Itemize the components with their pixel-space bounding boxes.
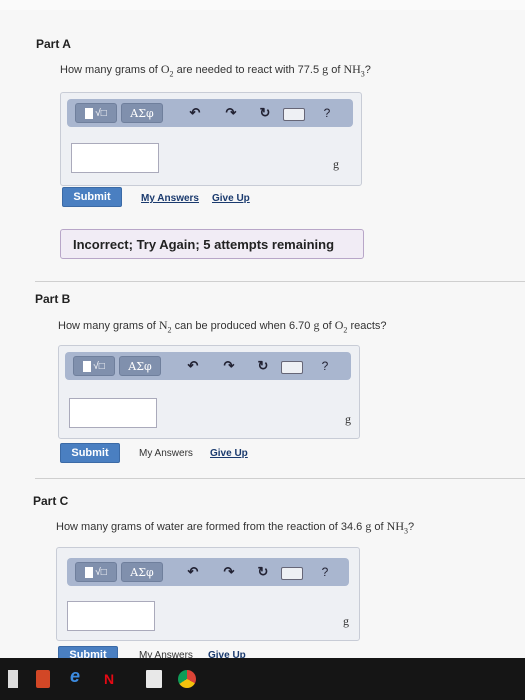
part-b-answer-input[interactable] [69, 398, 157, 428]
windows-taskbar: e N [0, 658, 525, 700]
part-a-title: Part A [36, 37, 71, 51]
keyboard-icon[interactable] [283, 108, 305, 121]
reset-icon[interactable]: ↻ [253, 356, 273, 376]
part-c-math-toolbar: √□ ΑΣφ ↶ ↷ ↻ ? [67, 558, 349, 586]
part-b-unit: g [345, 412, 351, 426]
undo-icon[interactable]: ↶ [185, 103, 205, 123]
part-b-submit-button[interactable]: Submit [60, 443, 120, 463]
undo-icon[interactable]: ↶ [183, 356, 203, 376]
edge-icon[interactable]: e [66, 666, 84, 686]
reset-icon[interactable]: ↻ [253, 562, 273, 582]
help-button[interactable]: ? [315, 562, 335, 582]
part-a-question: How many grams of O2 are needed to react… [60, 62, 371, 79]
part-b-my-answers-link[interactable]: My Answers [139, 448, 193, 459]
template-button[interactable]: √□ [73, 356, 115, 376]
reset-icon[interactable]: ↻ [255, 103, 275, 123]
undo-icon[interactable]: ↶ [183, 562, 203, 582]
part-c-question: How many grams of water are formed from … [56, 519, 415, 536]
help-button[interactable]: ? [315, 356, 335, 376]
part-b-answer-box: √□ ΑΣφ ↶ ↷ ↻ ? g [58, 345, 360, 439]
divider [35, 478, 525, 479]
mail-icon[interactable] [146, 670, 162, 688]
greek-symbols-button[interactable]: ΑΣφ [121, 103, 163, 123]
divider [35, 281, 525, 282]
keyboard-icon[interactable] [281, 361, 303, 374]
keyboard-icon[interactable] [281, 567, 303, 580]
part-b-give-up-link[interactable]: Give Up [210, 448, 248, 459]
redo-icon[interactable]: ↷ [219, 562, 239, 582]
part-c-title: Part C [33, 494, 69, 508]
part-a-give-up-link[interactable]: Give Up [212, 193, 250, 204]
part-c-answer-input[interactable] [67, 601, 155, 631]
part-b-math-toolbar: √□ ΑΣφ ↶ ↷ ↻ ? [65, 352, 351, 380]
greek-symbols-button[interactable]: ΑΣφ [119, 356, 161, 376]
part-b-question: How many grams of N2 can be produced whe… [58, 318, 387, 335]
template-button[interactable]: √□ [75, 562, 117, 582]
greek-symbols-button[interactable]: ΑΣφ [121, 562, 163, 582]
redo-icon[interactable]: ↷ [221, 103, 241, 123]
netflix-icon[interactable]: N [102, 670, 116, 688]
part-a-answer-input[interactable] [71, 143, 159, 173]
part-a-unit: g [333, 157, 339, 171]
part-a-answer-box: √□ ΑΣφ ↶ ↷ ↻ ? g [60, 92, 362, 186]
part-c-unit: g [343, 614, 349, 628]
part-a-my-answers-link[interactable]: My Answers [141, 193, 199, 204]
template-button[interactable]: √□ [75, 103, 117, 123]
powerpoint-icon[interactable] [36, 670, 50, 688]
store-icon[interactable] [8, 670, 18, 688]
chrome-icon[interactable] [178, 670, 196, 688]
part-a-math-toolbar: √□ ΑΣφ ↶ ↷ ↻ ? [67, 99, 353, 127]
part-b-title: Part B [35, 292, 71, 306]
part-c-answer-box: √□ ΑΣφ ↶ ↷ ↻ ? g [56, 547, 360, 641]
part-a-feedback-message: Incorrect; Try Again; 5 attempts remaini… [60, 229, 364, 259]
redo-icon[interactable]: ↷ [219, 356, 239, 376]
part-a-submit-button[interactable]: Submit [62, 187, 122, 207]
help-button[interactable]: ? [317, 103, 337, 123]
